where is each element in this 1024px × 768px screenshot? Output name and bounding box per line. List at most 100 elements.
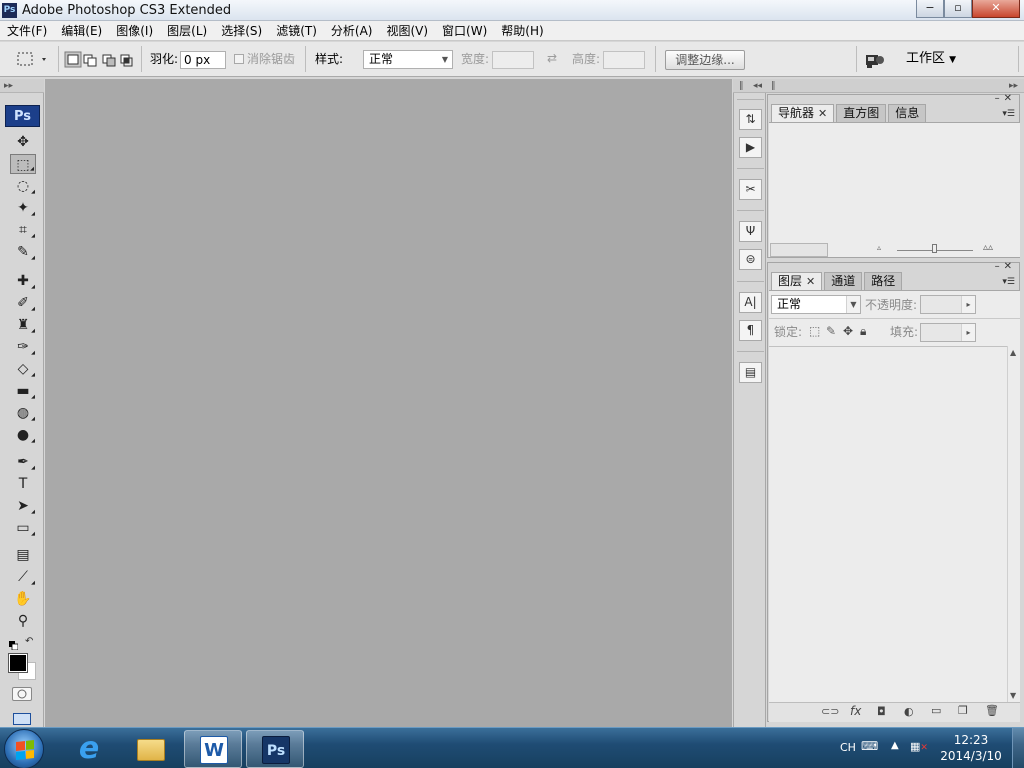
panel-menu-icon[interactable]: ▾☰ [1002,109,1015,119]
menu-edit[interactable]: 编辑(E) [54,21,109,41]
taskbar-ie[interactable]: e [60,730,118,768]
menu-help[interactable]: 帮助(H) [494,21,550,41]
path-selection-tool[interactable]: ➤ ◢ [10,496,36,516]
type-tool[interactable]: T [10,474,36,494]
title-bar[interactable]: Ps Adobe Photoshop CS3 Extended − ▫ ✕ [0,0,1024,21]
keyboard-icon[interactable]: ⌨ [861,739,878,753]
clone-source-icon[interactable]: ⊜ [739,249,762,270]
quick-mask-icon[interactable] [12,687,32,701]
taskbar-explorer[interactable] [122,730,180,768]
slice-tool[interactable]: ✎ ◢ [10,242,36,262]
layer-mask-icon[interactable]: ◘ [877,705,886,718]
new-layer-icon[interactable]: ❐ [958,704,968,717]
panel-minimize-close-icon[interactable]: –✕ [995,93,1016,104]
move-tool[interactable]: ✥ [10,132,36,152]
refine-edge-button[interactable]: 调整边缘... [665,50,745,70]
tab-channels[interactable]: 通道 [824,272,863,290]
blend-mode-select[interactable]: 正常 ▼ [771,295,861,314]
menu-file[interactable]: 文件(F) [0,21,54,41]
photoshop-logo[interactable]: Ps [5,105,40,127]
menu-image[interactable]: 图像(I) [109,21,160,41]
menu-view[interactable]: 视图(V) [379,21,435,41]
panel-minimize-close-icon[interactable]: –✕ [995,261,1016,272]
close-icon[interactable]: ✕ [818,107,827,120]
close-icon[interactable]: ✕ [806,275,815,288]
language-indicator[interactable]: CH [840,741,856,754]
clock[interactable]: 12:23 2014/3/10 [936,732,1006,764]
intersect-selection-icon[interactable] [120,54,133,67]
gradient-tool[interactable]: ▬ ◢ [10,381,36,401]
scroll-up-icon[interactable]: ▲ [1010,348,1016,357]
toolbox-collapse-grip[interactable]: ▸▸ [0,79,44,93]
workspace-menu[interactable]: 工作区 ▼ [906,42,956,77]
app-icon[interactable]: Ps [2,3,17,18]
shape-tool[interactable]: ▭ ◢ [10,518,36,538]
feather-input[interactable]: 0 px [180,51,226,69]
lock-image-icon[interactable]: ✎ [826,322,836,340]
menu-filter[interactable]: 滤镜(T) [269,21,324,41]
history-icon[interactable]: ⇅ [739,109,762,130]
eraser-tool[interactable]: ◇ ◢ [10,359,36,379]
zoom-percent-input[interactable] [770,243,828,257]
tab-navigator[interactable]: 导航器 ✕ [771,104,835,122]
screen-mode-icon[interactable] [13,713,31,725]
actions-icon[interactable]: ▶ [739,137,762,158]
collapse-icons-icon[interactable]: ◂◂ [753,79,762,93]
panel-menu-icon[interactable]: ▾☰ [1002,277,1015,287]
lock-all-icon[interactable]: 🔒︎ [860,322,866,340]
history-brush-tool[interactable]: ✑ ◢ [10,337,36,357]
swap-colors-icon[interactable]: ↶ [25,636,33,647]
layer-comps-icon[interactable]: ▤ [739,362,762,383]
paragraph-icon[interactable]: ¶ [739,320,762,341]
opacity-input[interactable]: ▸ [920,295,976,314]
show-desktop-button[interactable] [1012,728,1024,768]
layer-style-icon[interactable]: fx [850,704,861,718]
dock-grip-icon[interactable]: ‖ [771,79,776,93]
lock-transparency-icon[interactable]: ⬚ [809,322,820,340]
zoom-slider-thumb[interactable] [932,244,937,253]
zoom-tool[interactable]: ⚲ [10,611,36,631]
foreground-color-swatch[interactable] [8,653,28,673]
adjustment-layer-icon[interactable]: ◐ [904,705,914,718]
crop-tool[interactable]: ⌗ ◢ [10,220,36,240]
tab-paths[interactable]: 路径 [864,272,903,290]
dodge-tool[interactable]: ● ◢ [10,425,36,445]
brushes-icon[interactable]: Ψ [739,221,762,242]
bridge-icon[interactable] [864,51,886,69]
hand-tool[interactable]: ✋ [10,589,36,609]
magic-wand-tool[interactable]: ✦ ◢ [10,198,36,218]
scroll-down-icon[interactable]: ▼ [1010,691,1016,700]
healing-brush-tool[interactable]: ✚ ◢ [10,271,36,291]
taskbar-photoshop[interactable]: Ps [246,730,304,768]
subtract-selection-icon[interactable] [102,54,116,67]
marquee-tool[interactable]: ⬚ ◢ [10,154,36,174]
new-group-icon[interactable]: ▭ [931,704,941,717]
antialias-checkbox[interactable] [234,54,244,64]
tab-layers[interactable]: 图层 ✕ [771,272,823,290]
blur-tool[interactable]: ◍ ◢ [10,403,36,423]
layers-list[interactable] [769,346,1007,702]
brush-tool[interactable]: ✐ ◢ [10,293,36,313]
document-workspace[interactable] [45,79,732,727]
tab-info[interactable]: 信息 [888,104,927,122]
eyedropper-tool[interactable]: ⟋ ◢ [10,567,36,587]
zoom-out-icon[interactable]: ▵ [877,243,881,252]
menu-analysis[interactable]: 分析(A) [324,21,380,41]
zoom-in-icon[interactable]: ▵▵ [983,242,993,253]
clone-stamp-tool[interactable]: ♜ ◢ [10,315,36,335]
fill-input[interactable]: ▸ [920,323,976,342]
new-selection-icon[interactable] [64,51,82,68]
width-input[interactable] [492,51,534,69]
lasso-tool[interactable]: ◌ ◢ [10,176,36,196]
swap-dimensions-icon[interactable]: ⇄ [547,51,557,65]
menu-window[interactable]: 窗口(W) [435,21,494,41]
default-colors-icon[interactable] [9,639,19,651]
height-input[interactable] [603,51,645,69]
menu-layer[interactable]: 图层(L) [160,21,214,41]
maximize-button[interactable]: ▫ [944,0,972,18]
expand-panels-icon[interactable]: ▸▸ [1009,79,1018,93]
tool-presets-icon[interactable]: ✂ [739,179,762,200]
start-button[interactable] [4,729,44,768]
pen-tool[interactable]: ✒ ◢ [10,452,36,472]
tool-preset-picker[interactable] [14,50,54,68]
